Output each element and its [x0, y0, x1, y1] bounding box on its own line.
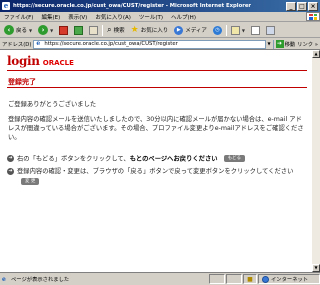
edit-button[interactable] — [264, 24, 277, 36]
media-icon: ▶ — [174, 25, 184, 35]
search-button[interactable]: ⌕ 検索 — [105, 24, 127, 36]
return-instruction: ➜ 右の「もどる」ボタンをクリックして、もとのページへお戻りください もどる — [7, 155, 245, 164]
back-arrow-icon: ‹ — [4, 25, 14, 35]
security-zone: インターネット — [258, 274, 320, 284]
favorites-button[interactable]: ★ お気に入り — [129, 24, 171, 36]
arrow-bullet-icon: ➜ — [7, 168, 14, 175]
change-text: 登録内容の確認・変更は、ブラウザの「戻る」ボタンで戻って変更ボタンをクリックして… — [17, 168, 294, 175]
refresh-icon — [74, 25, 84, 35]
dropdown-arrow-icon: ▼ — [241, 27, 245, 33]
mail-button[interactable]: ▼ — [229, 24, 247, 36]
security-cell: ■ — [243, 274, 257, 284]
history-icon: ◷ — [212, 25, 222, 35]
thank-you-message: ご登録ありがとうございました — [8, 101, 97, 108]
search-icon: ⌕ — [107, 25, 112, 34]
menu-view[interactable]: 表示(V) — [64, 13, 91, 21]
menu-file[interactable]: ファイル(F) — [0, 13, 37, 21]
windows-logo-icon — [306, 12, 320, 21]
mail-icon — [230, 25, 240, 35]
window-controls: _ □ × — [286, 1, 318, 11]
close-button[interactable]: × — [308, 1, 318, 11]
favorites-label: お気に入り — [140, 28, 169, 34]
toolbar-separator — [225, 24, 227, 36]
scroll-down-icon[interactable]: ▼ — [312, 264, 320, 272]
refresh-button[interactable] — [72, 24, 85, 36]
logo-login-text: login — [7, 54, 40, 68]
page-title: 登録完了 — [8, 78, 36, 86]
back-button[interactable]: ‹ 戻る ▼ — [2, 24, 34, 36]
internet-globe-icon — [262, 275, 269, 283]
scroll-up-icon[interactable]: ▲ — [312, 50, 320, 58]
back-to-page-button[interactable]: もどる — [223, 155, 245, 162]
dropdown-arrow-icon: ▼ — [50, 27, 54, 33]
status-cell — [226, 274, 242, 284]
menu-help[interactable]: ヘルプ(H) — [167, 13, 200, 21]
page-status-icon: e — [2, 275, 6, 283]
media-button[interactable]: ▶ メディア — [172, 24, 209, 36]
standard-toolbar: ‹ 戻る ▼ › ▼ ⌕ 検索 ★ お気に入り ▶ メディア ◷ ▼ — [0, 23, 320, 38]
minimize-button[interactable]: _ — [286, 1, 296, 11]
menu-edit[interactable]: 編集(E) — [37, 13, 64, 21]
change-instruction: ➜ 登録内容の確認・変更は、ブラウザの「戻る」ボタンで戻って変更ボタンをクリック… — [7, 168, 293, 176]
forward-arrow-icon: › — [38, 25, 49, 35]
title-divider — [7, 87, 307, 88]
title-bar: e https://secure.oracle.co.jp/cust_owa/C… — [0, 0, 320, 12]
status-cell — [209, 274, 225, 284]
back-label: 戻る — [16, 28, 28, 34]
return-bold-text: もとのページへお戻りください — [129, 155, 218, 163]
page-content: login ORACLE 登録完了 ご登録ありがとうございました 登録内容の確認… — [0, 50, 312, 272]
confirmation-paragraph: 登録内容の確認メールを送信いたしましたので、30分以内に確認メールが届かない場合… — [8, 116, 304, 142]
change-button[interactable]: 変 更 — [21, 178, 40, 185]
favorites-star-icon: ★ — [130, 24, 139, 35]
go-arrow-icon: ➜ — [275, 40, 284, 48]
stop-icon — [59, 25, 69, 35]
maximize-button[interactable]: □ — [297, 1, 307, 11]
page-icon: e — [36, 40, 41, 47]
menu-favorites[interactable]: お気に入り(A) — [91, 13, 135, 21]
address-label: アドレス(D) — [2, 42, 32, 48]
vertical-scrollbar[interactable]: ▲ ▼ — [312, 50, 320, 272]
dropdown-arrow-icon: ▼ — [29, 27, 33, 33]
address-input[interactable]: e https://secure.oracle.co.jp/cust_owa/C… — [33, 39, 274, 49]
print-button[interactable] — [249, 24, 262, 36]
logo-oracle-text: ORACLE — [42, 59, 74, 67]
history-button[interactable]: ◷ — [211, 24, 224, 36]
arrow-bullet-icon: ➜ — [7, 155, 14, 162]
menu-tools[interactable]: ツール(T) — [135, 13, 167, 21]
links-toolbar[interactable]: リンク » — [297, 40, 318, 48]
forward-button[interactable]: › ▼ — [36, 24, 55, 36]
print-icon — [250, 25, 260, 35]
header-divider — [7, 70, 307, 71]
menu-bar: ファイル(F) 編集(E) 表示(V) お気に入り(A) ツール(T) ヘルプ(… — [0, 12, 320, 22]
status-text: ページが表示されました — [11, 277, 70, 283]
zone-label: インターネット — [271, 277, 309, 283]
address-url: https://secure.oracle.co.jp/cust_owa/CUS… — [44, 41, 178, 47]
go-label: 移動 — [284, 42, 296, 48]
login-oracle-logo: login ORACLE — [7, 54, 74, 68]
go-button[interactable]: ➜ 移動 — [275, 40, 296, 48]
address-dropdown-icon[interactable]: ▼ — [264, 39, 273, 49]
lock-icon: ■ — [247, 275, 253, 283]
home-icon — [89, 25, 99, 35]
ie-icon: e — [2, 1, 10, 10]
status-bar: e ページが表示されました ■ インターネット — [0, 272, 320, 285]
home-button[interactable] — [87, 24, 100, 36]
media-label: メディア — [185, 28, 207, 34]
stop-button[interactable] — [57, 24, 70, 36]
edit-icon — [265, 25, 275, 35]
toolbar-separator — [102, 24, 104, 36]
search-label: 検索 — [113, 28, 125, 34]
window-title: https://secure.oracle.co.jp/cust_owa/CUS… — [13, 3, 252, 9]
return-text: 右の「もどる」ボタンをクリックして、 — [17, 155, 130, 163]
address-bar: アドレス(D) e https://secure.oracle.co.jp/cu… — [0, 39, 320, 50]
